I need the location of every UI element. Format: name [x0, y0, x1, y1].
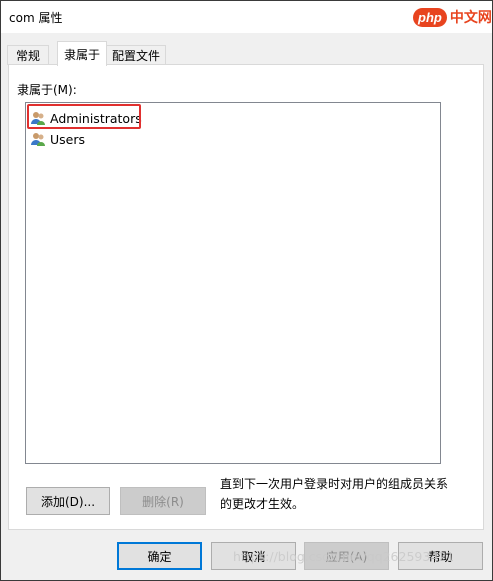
user-group-icon [30, 131, 46, 147]
tab-general-label: 常规 [15, 49, 40, 63]
ok-button[interactable]: 确定 [117, 542, 202, 570]
group-name: Users [50, 131, 86, 147]
membership-note: 直到下一次用户登录时对用户的组成员关系的更改才生效。 [220, 477, 449, 511]
apply-button[interactable]: 应用(A) [304, 542, 389, 570]
remove-button[interactable]: 删除(R) [120, 487, 206, 515]
ok-button-label: 确定 [147, 549, 172, 564]
title-bar: com 属性 php 中文网 [1, 1, 492, 33]
php-watermark: php 中文网 [413, 6, 492, 28]
tab-general[interactable]: 常规 [7, 45, 49, 65]
list-item[interactable]: Users [30, 129, 85, 149]
cancel-button[interactable]: 取消 [211, 542, 296, 570]
group-list[interactable]: Administrators Users [25, 102, 441, 464]
help-button-label: 帮助 [428, 549, 453, 564]
properties-dialog: com 属性 php 中文网 常规 隶属于 配置文件 隶属于(M): Admin… [0, 0, 493, 581]
php-logo-text: 中文网 [449, 10, 492, 26]
tab-profile[interactable]: 配置文件 [106, 45, 166, 65]
php-logo: php [413, 7, 447, 27]
member-of-label: 隶属于(M): [17, 83, 77, 97]
remove-button-label: 删除(R) [142, 494, 184, 509]
highlight-box [27, 104, 141, 129]
add-button[interactable]: 添加(D)... [26, 487, 110, 515]
tab-profile-label: 配置文件 [111, 49, 160, 63]
tab-member-of[interactable]: 隶属于 [57, 41, 107, 66]
apply-button-label: 应用(A) [325, 549, 368, 564]
help-button[interactable]: 帮助 [398, 542, 483, 570]
tab-member-of-label: 隶属于 [63, 47, 100, 62]
cancel-button-label: 取消 [241, 549, 266, 564]
add-button-label: 添加(D)... [40, 494, 96, 509]
window-title: com 属性 [9, 11, 63, 25]
